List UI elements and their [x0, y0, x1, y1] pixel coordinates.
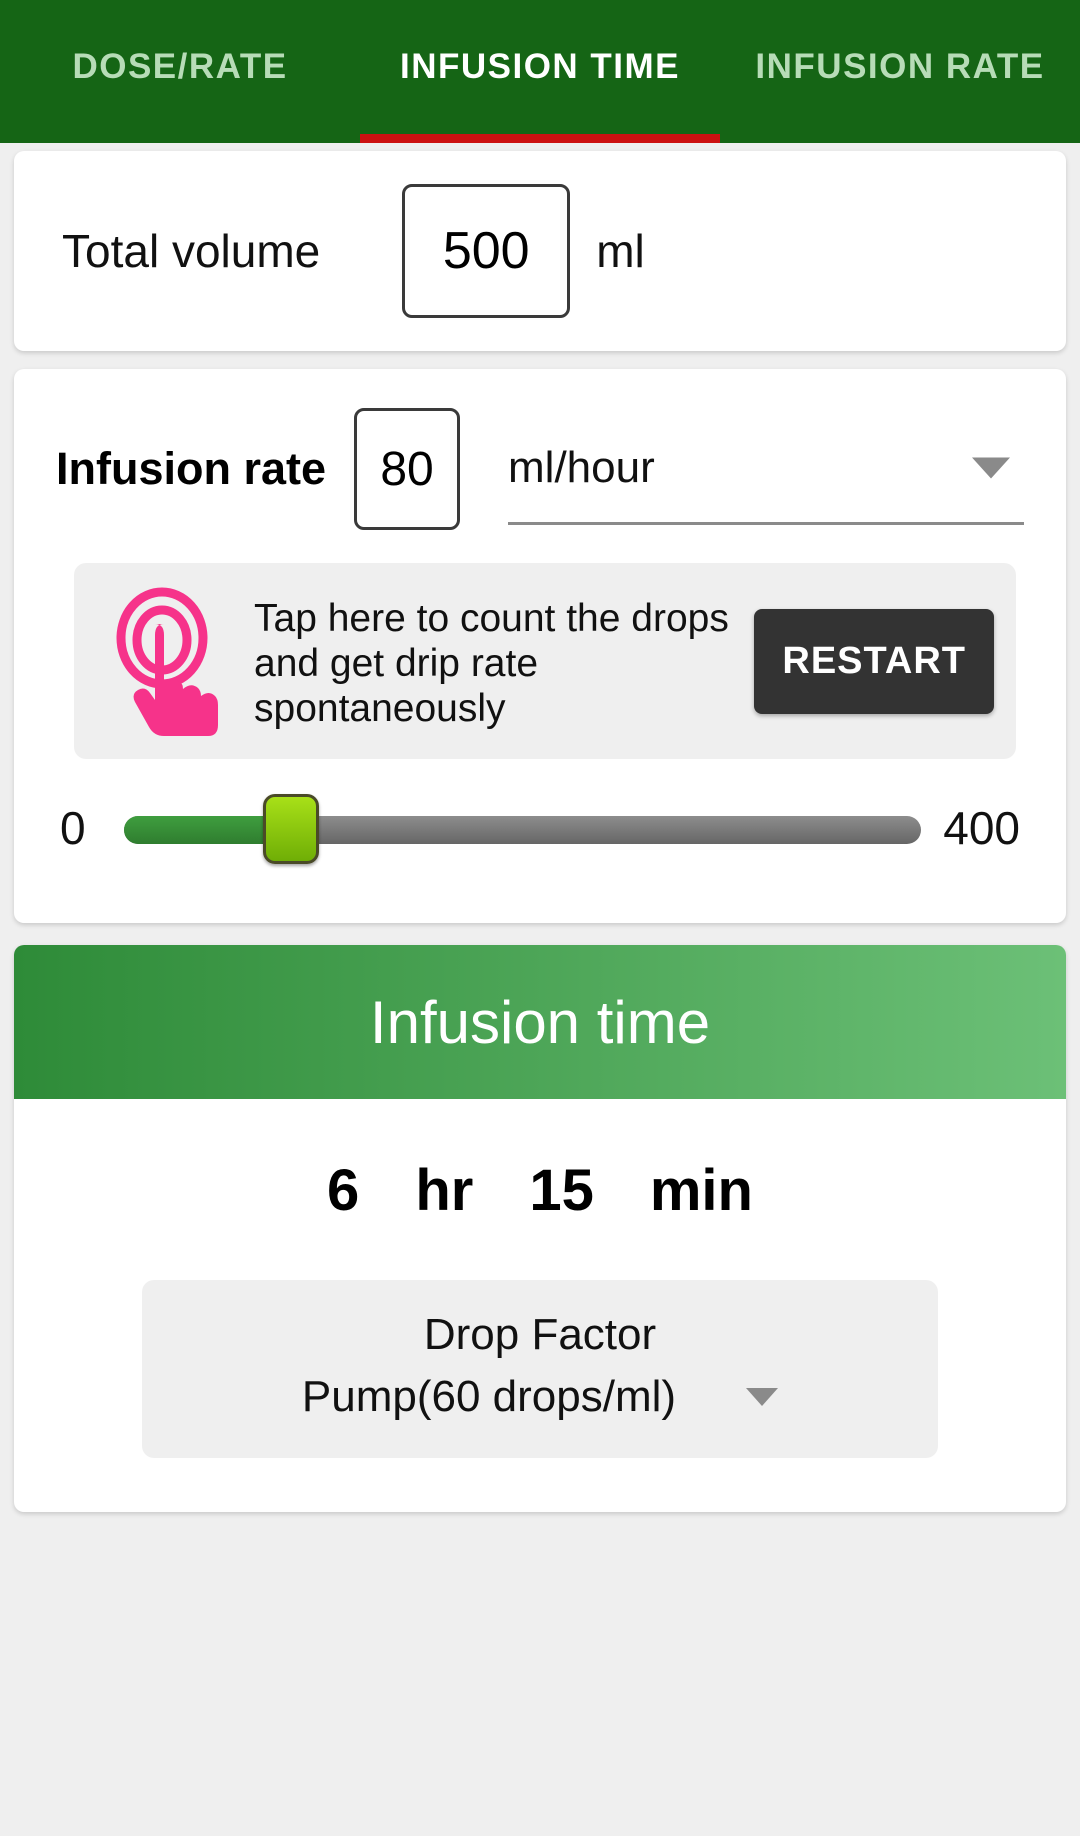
total-volume-input[interactable]: 500: [402, 184, 571, 318]
slider-min-label: 0: [60, 802, 86, 854]
result-values: 6 hr 15 min: [14, 1099, 1066, 1258]
total-volume-label: Total volume: [62, 225, 321, 277]
infusion-rate-row: Infusion rate 80 ml/hour: [14, 399, 1066, 539]
total-volume-unit: ml: [596, 225, 645, 277]
bottom-spacer: [0, 1512, 1080, 1526]
result-minutes-unit: min: [649, 1158, 753, 1223]
result-hours-value: 6: [327, 1158, 360, 1223]
infusion-rate-card: Infusion rate 80 ml/hour Tap here to cou…: [14, 369, 1066, 923]
active-tab-indicator: [360, 134, 720, 143]
restart-button[interactable]: RESTART: [754, 608, 994, 714]
tab-infusion-rate[interactable]: INFUSION RATE: [720, 47, 1080, 97]
tab-bar: DOSE/RATE INFUSION TIME INFUSION RATE: [0, 0, 1080, 143]
drop-factor-select[interactable]: Pump(60 drops/ml): [142, 1372, 938, 1422]
app-screen: DOSE/RATE INFUSION TIME INFUSION RATE To…: [0, 0, 1080, 1836]
tap-to-count-panel[interactable]: Tap here to count the drops and get drip…: [74, 563, 1016, 759]
chevron-down-icon: [746, 1388, 779, 1406]
result-header-title: Infusion time: [369, 988, 711, 1056]
result-hours-unit: hr: [415, 1158, 474, 1223]
tab-dose-rate[interactable]: DOSE/RATE: [0, 47, 360, 97]
drop-factor-value: Pump(60 drops/ml): [301, 1372, 677, 1421]
tab-infusion-time[interactable]: INFUSION TIME: [360, 47, 720, 97]
infusion-rate-input[interactable]: 80: [354, 408, 461, 530]
infusion-rate-slider[interactable]: [123, 794, 922, 864]
tap-panel-text: Tap here to count the drops and get drip…: [254, 596, 729, 730]
infusion-rate-unit-select[interactable]: ml/hour: [508, 413, 1024, 525]
tap-hand-icon: [116, 587, 218, 736]
slider-thumb[interactable]: [263, 794, 320, 864]
drop-factor-label: Drop Factor: [423, 1310, 657, 1359]
result-minutes-value: 15: [529, 1158, 594, 1223]
infusion-rate-slider-row: 0 400: [14, 767, 1066, 889]
result-header: Infusion time: [14, 945, 1066, 1099]
chevron-down-icon: [972, 457, 1010, 478]
total-volume-card: Total volume 500 ml: [14, 151, 1066, 351]
slider-max-label: 400: [943, 802, 1020, 854]
infusion-rate-unit-value: ml/hour: [508, 442, 655, 492]
infusion-rate-label: Infusion rate: [56, 443, 327, 494]
drop-factor-panel: Drop Factor Pump(60 drops/ml): [142, 1280, 938, 1458]
infusion-time-result-card: Infusion time 6 hr 15 min Drop Factor Pu…: [14, 945, 1066, 1512]
